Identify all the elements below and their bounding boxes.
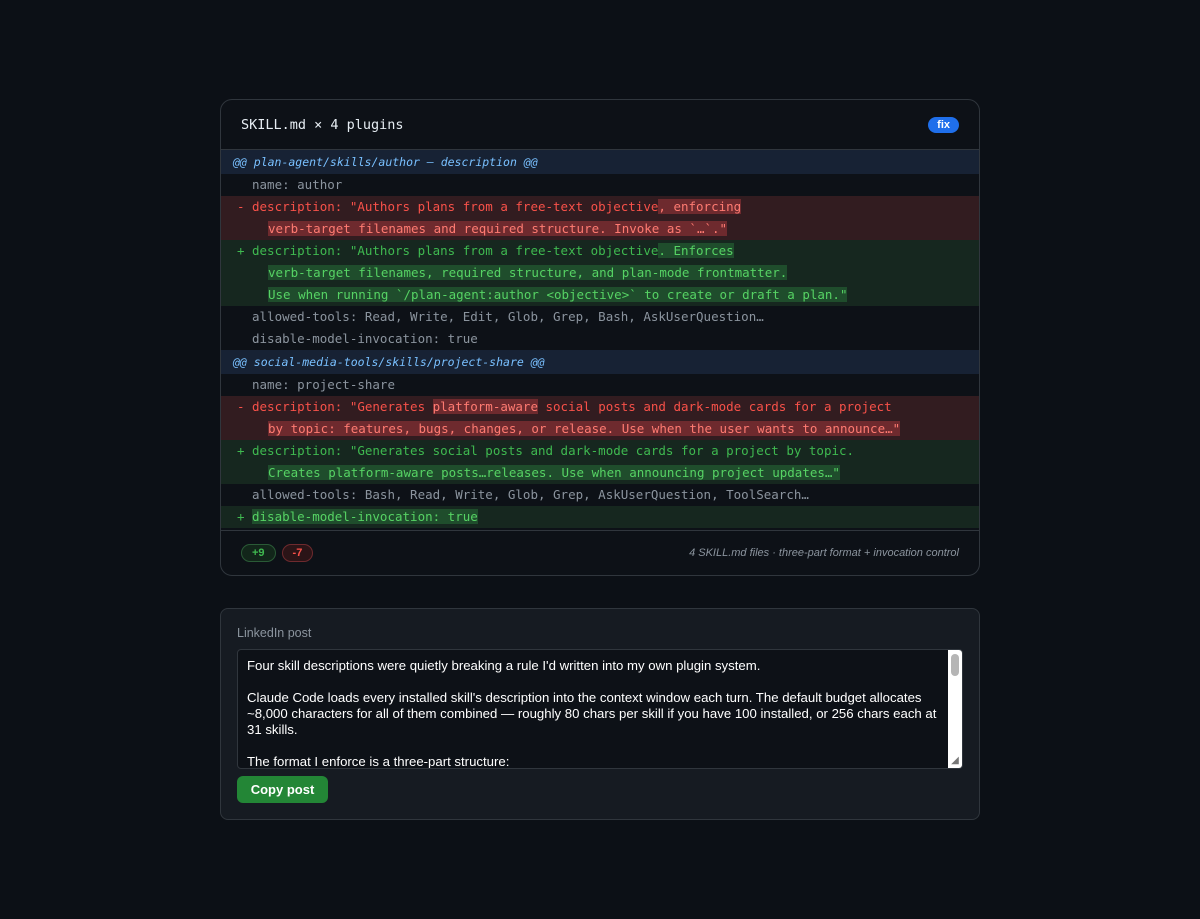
diff-card-footer: +9 -7 4 SKILL.md files · three-part form… [221, 530, 979, 575]
diff-highlight: verb-target filenames and required struc… [268, 221, 728, 236]
diff-segment: disable-model-invocation: true [252, 331, 478, 346]
diff-line-marker: - [237, 199, 245, 214]
diff-line-context: name: project-share [221, 374, 979, 396]
diff-line-marker [237, 174, 245, 196]
post-scrollbar[interactable] [948, 650, 962, 768]
diff-line-text: name: author [252, 174, 342, 196]
diff-card: SKILL.md × 4 plugins fix @@ plan-agent/s… [220, 99, 980, 576]
diff-line-marker [237, 484, 245, 506]
diff-highlight: Use when running `/plan-agent:author <ob… [268, 287, 848, 302]
diff-line-text: description: "Generates social posts and… [252, 440, 854, 462]
diff-segment: name: author [252, 177, 343, 192]
diff-line-added: + description: "Generates social posts an… [221, 440, 979, 462]
post-text[interactable]: Four skill descriptions were quietly bre… [247, 658, 938, 768]
diff-line-marker [237, 306, 245, 328]
footer-note: 4 SKILL.md files · three-part format + i… [689, 547, 959, 559]
additions-count: +9 [241, 544, 276, 562]
diff-card-header: SKILL.md × 4 plugins fix [221, 100, 979, 150]
diff-line-marker: - [237, 399, 245, 414]
hunk-header: @@ social-media-tools/skills/project-sha… [221, 350, 979, 374]
diff-line-marker: + [237, 443, 245, 458]
diff-stats: +9 -7 [241, 544, 314, 562]
diff-highlight: platform-aware [432, 399, 538, 414]
diff-segment: description: "Generates [252, 399, 433, 414]
diff-line-context: allowed-tools: Read, Write, Edit, Glob, … [221, 306, 979, 328]
diff-highlight: , enforcing [658, 199, 742, 214]
diff-line-context: disable-model-invocation: true [221, 328, 979, 350]
diff-line-added: + description: "Authors plans from a free… [221, 240, 979, 262]
diff-line-text: verb-target filenames and required struc… [268, 218, 728, 240]
diff-line-added: + disable-model-invocation: true [221, 506, 979, 528]
diff-line-text: description: "Authors plans from a free-… [252, 196, 742, 218]
resize-handle-icon[interactable]: ◢ [949, 755, 961, 767]
post-label: LinkedIn post [237, 626, 312, 640]
diff-line-removed: verb-target filenames and required struc… [221, 218, 979, 240]
fix-badge: fix [928, 116, 959, 133]
diff-highlight: Creates platform-aware posts…releases. U… [268, 465, 840, 480]
scrollbar-thumb[interactable] [951, 654, 959, 676]
diff-highlight: by topic: features, bugs, changes, or re… [268, 421, 901, 436]
diff-segment: allowed-tools: Bash, Read, Write, Glob, … [252, 487, 809, 502]
diff-segment: allowed-tools: Read, Write, Edit, Glob, … [252, 309, 764, 324]
diff-line-text: description: "Generates platform-aware s… [252, 396, 892, 418]
diff-highlight: disable-model-invocation: true [252, 509, 478, 524]
diff-line-removed: by topic: features, bugs, changes, or re… [221, 418, 979, 440]
diff-line-context: name: author [221, 174, 979, 196]
diff-line-added: Creates platform-aware posts…releases. U… [221, 462, 979, 484]
diff-line-marker [237, 328, 245, 350]
diff-line-removed: - description: "Authors plans from a free… [221, 196, 979, 218]
diff-line-text: disable-model-invocation: true [252, 506, 478, 528]
diff-segment: description: "Generates social posts and… [252, 443, 855, 458]
diff-body: @@ plan-agent/skills/author — descriptio… [221, 150, 979, 528]
diff-segment: description: "Authors plans from a free-… [252, 199, 659, 214]
post-textarea[interactable]: Four skill descriptions were quietly bre… [237, 649, 963, 769]
diff-highlight: verb-target filenames, required structur… [268, 265, 788, 280]
diff-segment: social posts and dark-mode cards for a p… [537, 399, 892, 414]
diff-line-context: allowed-tools: Bash, Read, Write, Glob, … [221, 484, 979, 506]
diff-segment: description: "Authors plans from a free-… [252, 243, 659, 258]
diff-line-text: name: project-share [252, 374, 395, 396]
diff-line-text: description: "Authors plans from a free-… [252, 240, 734, 262]
diff-line-marker: + [237, 243, 245, 258]
diff-line-added: Use when running `/plan-agent:author <ob… [221, 284, 979, 306]
diff-segment: name: project-share [252, 377, 395, 392]
diff-line-removed: - description: "Generates platform-aware … [221, 396, 979, 418]
diff-line-text: by topic: features, bugs, changes, or re… [268, 418, 901, 440]
linkedin-post-panel: LinkedIn post Four skill descriptions we… [220, 608, 980, 820]
diff-line-text: allowed-tools: Bash, Read, Write, Glob, … [252, 484, 809, 506]
diff-line-text: verb-target filenames, required structur… [268, 262, 788, 284]
diff-line-marker: + [237, 509, 245, 524]
diff-line-marker [237, 374, 245, 396]
diff-highlight: . Enforces [658, 243, 734, 258]
diff-line-text: disable-model-invocation: true [252, 328, 478, 350]
copy-post-button[interactable]: Copy post [237, 776, 328, 803]
diff-line-text: allowed-tools: Read, Write, Edit, Glob, … [252, 306, 764, 328]
deletions-count: -7 [281, 544, 314, 562]
diff-card-title: SKILL.md × 4 plugins [241, 116, 404, 133]
diff-line-text: Use when running `/plan-agent:author <ob… [268, 284, 848, 306]
diff-line-text: Creates platform-aware posts…releases. U… [268, 462, 840, 484]
hunk-header: @@ plan-agent/skills/author — descriptio… [221, 150, 979, 174]
diff-line-added: verb-target filenames, required structur… [221, 262, 979, 284]
